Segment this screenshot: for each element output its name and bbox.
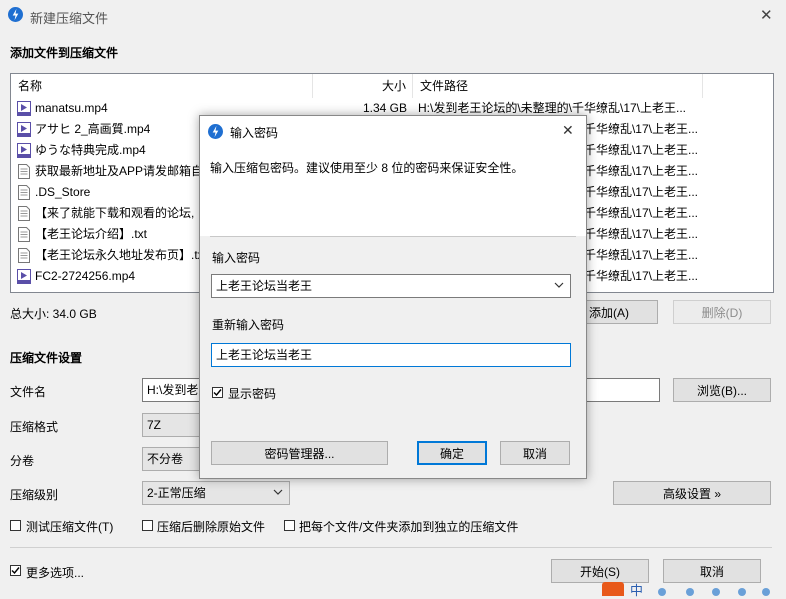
split-label: 分卷 — [10, 454, 35, 468]
file-name: FC2-2724256.mp4 — [35, 269, 136, 283]
add-section-title: 添加文件到压缩文件 — [10, 46, 119, 60]
dialog-close-icon[interactable]: ✕ — [562, 122, 574, 139]
file-name: .DS_Store — [35, 185, 91, 199]
checkmark-icon — [213, 389, 222, 397]
password-label: 输入密码 — [212, 251, 261, 265]
advanced-settings-button[interactable]: 高级设置 » — [613, 481, 771, 505]
more-options-label: 更多选项... — [26, 566, 85, 580]
video-file-icon — [17, 269, 31, 284]
filename-value: H:\发到老 — [147, 383, 199, 397]
chevron-down-icon[interactable] — [553, 279, 565, 291]
level-value: 2-正常压缩 — [147, 486, 206, 500]
delete-button[interactable]: 删除(D) — [673, 300, 771, 324]
close-icon[interactable]: ✕ — [760, 6, 773, 24]
text-file-icon — [17, 227, 31, 242]
checkmark-icon — [11, 567, 20, 575]
window-title: 新建压缩文件 — [30, 11, 109, 26]
settings-title: 压缩文件设置 — [10, 351, 83, 365]
text-file-icon — [17, 185, 31, 200]
ok-button[interactable]: 确定 — [417, 441, 487, 465]
split-value: 不分卷 — [147, 452, 184, 466]
show-password-checkbox[interactable] — [212, 387, 223, 398]
file-name: 【老王论坛永久地址发布页】.tx — [35, 248, 204, 262]
file-name: 【来了就能下载和观看的论坛, — [35, 206, 195, 220]
app-logo-icon — [8, 7, 23, 22]
filename-label: 文件名 — [10, 385, 47, 399]
browse-button[interactable]: 浏览(B)... — [673, 378, 771, 402]
ime-tray-icon-b[interactable] — [686, 588, 694, 596]
test-archive-checkbox[interactable] — [10, 520, 21, 531]
dialog-cancel-button[interactable]: 取消 — [500, 441, 570, 465]
column-header-path[interactable]: 文件路径 — [413, 74, 703, 98]
divider — [10, 547, 772, 548]
column-header-name[interactable]: 名称 — [11, 74, 313, 98]
more-options-checkbox[interactable] — [10, 565, 21, 576]
format-label: 压缩格式 — [10, 420, 59, 434]
dialog-separator — [210, 236, 576, 237]
password-value: 上老王论坛当老王 — [216, 279, 313, 293]
video-file-icon — [17, 143, 31, 158]
separate-archives-label: 把每个文件/文件夹添加到独立的压缩文件 — [299, 520, 519, 534]
level-label: 压缩级别 — [10, 488, 59, 502]
dialog-app-icon — [208, 124, 223, 139]
dialog-title-bar: 输入密码 ✕ — [200, 116, 586, 146]
ime-indicator[interactable]: 中 — [630, 580, 643, 599]
show-password-label: 显示密码 — [228, 387, 277, 401]
format-value: 7Z — [147, 418, 162, 432]
delete-after-checkbox[interactable] — [142, 520, 153, 531]
chevron-down-icon — [273, 489, 283, 495]
file-name: 获取最新地址及APP请发邮箱自 — [35, 164, 204, 178]
column-header-size[interactable]: 大小 — [313, 74, 413, 98]
file-name: アサヒ 2_高画質.mp4 — [35, 122, 151, 136]
confirm-password-input[interactable]: 上老王论坛当老王 — [211, 343, 571, 367]
ime-tray-icon-a[interactable] — [658, 588, 666, 596]
video-file-icon — [17, 101, 31, 116]
title-bar: 新建压缩文件 ✕ — [0, 0, 786, 30]
video-file-icon — [17, 122, 31, 137]
text-file-icon — [17, 248, 31, 263]
confirm-password-value: 上老王论坛当老王 — [216, 348, 313, 362]
ime-tray-icon-d[interactable] — [738, 588, 746, 596]
text-file-icon — [17, 164, 31, 179]
password-dialog: 输入密码 ✕ 输入压缩包密码。建议使用至少 8 位的密码来保证安全性。 输入密码… — [199, 115, 587, 479]
ime-tray-icon-c[interactable] — [712, 588, 720, 596]
level-select[interactable]: 2-正常压缩 — [142, 481, 290, 505]
test-archive-label: 测试压缩文件(T) — [26, 520, 114, 534]
ime-tray-icon-e[interactable] — [762, 588, 770, 596]
text-file-icon — [17, 206, 31, 221]
file-name: ゆうな特典完成.mp4 — [35, 143, 146, 157]
file-name: manatsu.mp4 — [35, 101, 108, 115]
password-input[interactable]: 上老王论坛当老王 — [211, 274, 571, 298]
password-manager-button[interactable]: 密码管理器... — [211, 441, 388, 465]
total-size: 总大小: 34.0 GB — [10, 307, 97, 321]
confirm-password-label: 重新输入密码 — [212, 318, 285, 332]
dialog-description: 输入压缩包密码。建议使用至少 8 位的密码来保证安全性。 — [210, 161, 524, 175]
taskbar-strip: 中 — [590, 580, 786, 599]
cancel-button[interactable]: 取消 — [663, 559, 761, 583]
delete-after-label: 压缩后删除原始文件 — [157, 520, 266, 534]
ime-logo-icon[interactable] — [602, 582, 624, 596]
dialog-title: 输入密码 — [230, 126, 279, 140]
separate-archives-checkbox[interactable] — [284, 520, 295, 531]
file-name: 【老王论坛介绍】.txt — [35, 227, 148, 241]
